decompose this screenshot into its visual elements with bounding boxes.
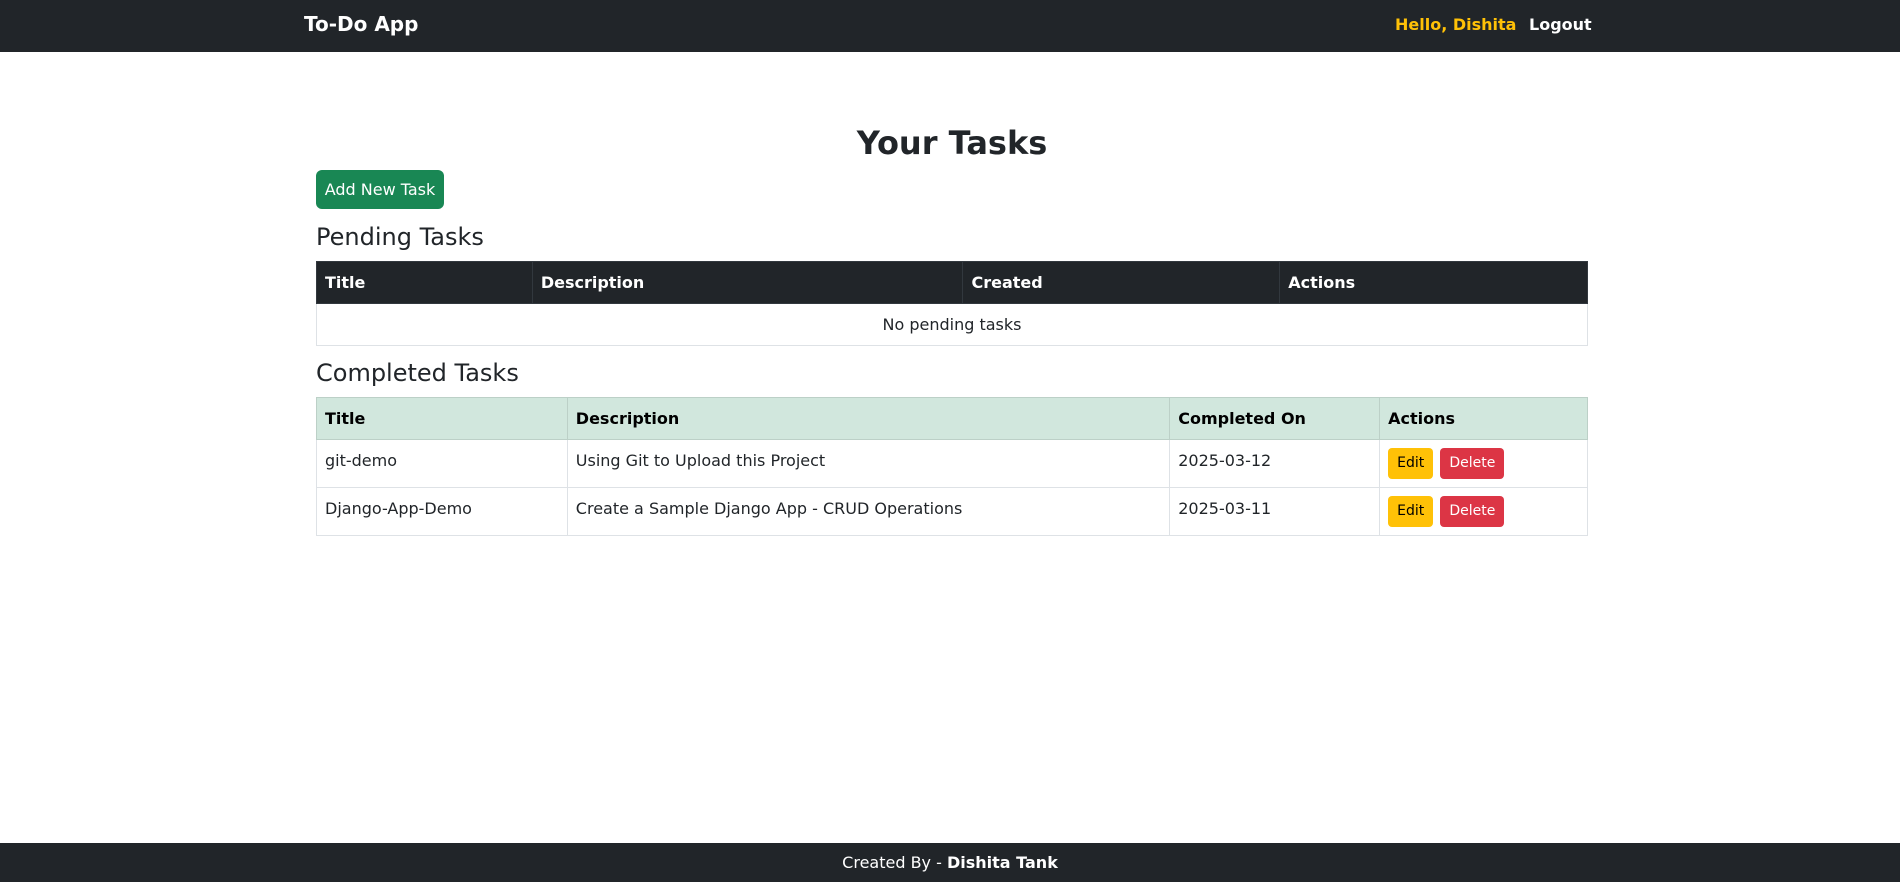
task-completed-on: 2025-03-11 — [1169, 487, 1381, 536]
task-description: Using Git to Upload this Project — [566, 439, 1171, 488]
delete-button[interactable]: Delete — [1440, 496, 1505, 527]
completed-tasks-table: Title Description Completed On Actions g… — [316, 397, 1588, 536]
delete-button[interactable]: Delete — [1440, 448, 1505, 479]
task-completed-on: 2025-03-12 — [1169, 439, 1381, 488]
task-actions: Edit Delete — [1379, 487, 1588, 536]
task-title: Django-App-Demo — [316, 487, 568, 536]
logout-link[interactable]: Logout — [1529, 15, 1592, 34]
brand-link[interactable]: To-Do App — [304, 12, 418, 36]
empty-state-message: No pending tasks — [316, 303, 1588, 346]
column-header-description: Description — [531, 261, 964, 304]
column-header-completed-on: Completed On — [1169, 397, 1381, 440]
column-header-created: Created — [962, 261, 1281, 304]
edit-button[interactable]: Edit — [1388, 448, 1434, 479]
column-header-actions: Actions — [1379, 397, 1588, 440]
user-greeting: Hello, Dishita — [1395, 15, 1517, 34]
pending-tasks-title: Pending Tasks — [316, 223, 484, 251]
add-new-task-button[interactable]: Add New Task — [316, 170, 444, 209]
page-title: Your Tasks — [856, 124, 1048, 162]
footer-prefix: Created By - — [842, 853, 947, 872]
footer-author: Dishita Tank — [946, 853, 1058, 872]
task-actions: Edit Delete — [1379, 439, 1588, 488]
column-header-title: Title — [316, 397, 568, 440]
edit-button[interactable]: Edit — [1388, 496, 1434, 527]
table-row: No pending tasks — [316, 303, 1588, 346]
column-header-actions: Actions — [1279, 261, 1588, 304]
task-title: git-demo — [316, 439, 568, 488]
page-footer: Created By - Dishita Tank — [0, 843, 1900, 882]
completed-tasks-title: Completed Tasks — [316, 359, 519, 387]
table-header-row: Title Description Completed On Actions — [316, 397, 1588, 440]
task-description: Create a Sample Django App - CRUD Operat… — [566, 487, 1171, 536]
column-header-title: Title — [316, 261, 533, 304]
pending-tasks-table: Title Description Created Actions No pen… — [316, 261, 1588, 346]
table-row: Django-App-Demo Create a Sample Django A… — [316, 487, 1588, 536]
table-row: git-demo Using Git to Upload this Projec… — [316, 439, 1588, 488]
table-header-row: Title Description Created Actions — [316, 261, 1588, 304]
top-navbar: To-Do App Hello, Dishita Logout — [0, 0, 1900, 52]
column-header-description: Description — [566, 397, 1171, 440]
